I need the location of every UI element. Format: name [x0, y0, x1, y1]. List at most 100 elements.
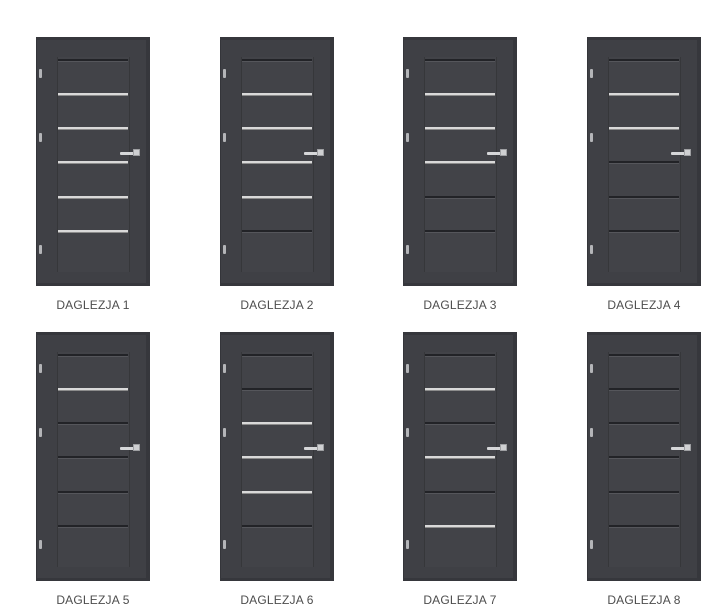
- door-image[interactable]: [220, 37, 334, 286]
- door-panel: [57, 352, 130, 567]
- hinge-icon: [406, 133, 409, 142]
- door-frame-top: [36, 332, 150, 335]
- hinge-icon: [223, 69, 226, 78]
- hinge-icon: [406, 69, 409, 78]
- hinge-icon: [39, 133, 42, 142]
- door-panel: [608, 57, 681, 272]
- door-label[interactable]: DAGLEZJA 7: [403, 593, 517, 607]
- door-panel: [424, 352, 497, 567]
- door-frame-right: [146, 332, 150, 581]
- door-label[interactable]: DAGLEZJA 8: [587, 593, 701, 607]
- door-frame-bottom: [403, 578, 517, 581]
- door-label[interactable]: DAGLEZJA 2: [220, 298, 334, 312]
- door-frame-bottom: [220, 283, 334, 286]
- glass-strip: [242, 127, 312, 129]
- dark-groove: [425, 196, 495, 198]
- dark-groove: [609, 161, 679, 163]
- door-panel: [57, 57, 130, 272]
- door-image[interactable]: [587, 37, 701, 286]
- hinge-icon: [39, 428, 42, 437]
- glass-strip: [242, 161, 312, 163]
- door-label[interactable]: DAGLEZJA 1: [36, 298, 150, 312]
- door-image[interactable]: [403, 332, 517, 581]
- hinge-icon: [39, 540, 42, 549]
- door-frame-bottom: [220, 578, 334, 581]
- glass-strip: [425, 161, 495, 163]
- door-label[interactable]: DAGLEZJA 6: [220, 593, 334, 607]
- door-frame-top: [403, 332, 517, 335]
- door-frame-bottom: [587, 578, 701, 581]
- door-frame-top: [220, 332, 334, 335]
- glass-strip: [425, 388, 495, 390]
- dark-groove: [609, 230, 679, 232]
- glass-strip: [242, 93, 312, 95]
- door-frame-right: [697, 37, 701, 286]
- door-image[interactable]: [220, 332, 334, 581]
- dark-groove: [242, 354, 312, 356]
- dark-groove: [58, 354, 128, 356]
- glass-strip: [242, 456, 312, 458]
- hinge-icon: [223, 245, 226, 254]
- dark-groove: [58, 422, 128, 424]
- dark-groove: [425, 230, 495, 232]
- glass-strip: [425, 127, 495, 129]
- dark-groove: [609, 354, 679, 356]
- door-image[interactable]: [587, 332, 701, 581]
- dark-groove: [425, 59, 495, 61]
- hinge-icon: [590, 245, 593, 254]
- glass-strip: [58, 196, 128, 198]
- door-frame-top: [587, 332, 701, 335]
- dark-groove: [425, 354, 495, 356]
- door-image[interactable]: [36, 332, 150, 581]
- door-image[interactable]: [403, 37, 517, 286]
- door-handle-rose: [317, 444, 324, 451]
- glass-strip: [609, 127, 679, 129]
- hinge-icon: [39, 364, 42, 373]
- dark-groove: [609, 59, 679, 61]
- door-image[interactable]: [36, 37, 150, 286]
- dark-groove: [58, 59, 128, 61]
- door-handle-rose: [684, 444, 691, 451]
- door-label[interactable]: DAGLEZJA 4: [587, 298, 701, 312]
- hinge-icon: [223, 540, 226, 549]
- glass-strip: [58, 230, 128, 232]
- hinge-icon: [406, 245, 409, 254]
- door-label[interactable]: DAGLEZJA 5: [36, 593, 150, 607]
- hinge-icon: [223, 133, 226, 142]
- hinge-icon: [223, 364, 226, 373]
- door-frame-bottom: [36, 578, 150, 581]
- hinge-icon: [39, 69, 42, 78]
- door-frame-top: [36, 37, 150, 40]
- hinge-icon: [406, 540, 409, 549]
- door-panel: [424, 57, 497, 272]
- dark-groove: [242, 525, 312, 527]
- hinge-icon: [590, 540, 593, 549]
- door-frame-right: [146, 37, 150, 286]
- door-frame-right: [513, 332, 517, 581]
- dark-groove: [242, 230, 312, 232]
- hinge-icon: [223, 428, 226, 437]
- door-handle-rose: [684, 149, 691, 156]
- door-frame-right: [330, 37, 334, 286]
- door-catalog-grid: DAGLEZJA 1 DAGLEZJA 2 DAGLEZJA 3 DAGLEZJ…: [0, 0, 709, 612]
- glass-strip: [58, 388, 128, 390]
- door-frame-top: [587, 37, 701, 40]
- hinge-icon: [590, 69, 593, 78]
- glass-strip: [242, 196, 312, 198]
- door-frame-bottom: [587, 283, 701, 286]
- door-handle-rose: [133, 444, 140, 451]
- dark-groove: [58, 525, 128, 527]
- door-frame-right: [697, 332, 701, 581]
- glass-strip: [425, 456, 495, 458]
- glass-strip: [425, 525, 495, 527]
- glass-strip: [58, 93, 128, 95]
- dark-groove: [609, 456, 679, 458]
- door-panel: [241, 352, 314, 567]
- hinge-icon: [590, 364, 593, 373]
- hinge-icon: [590, 428, 593, 437]
- dark-groove: [609, 196, 679, 198]
- door-handle-rose: [500, 444, 507, 451]
- door-label[interactable]: DAGLEZJA 3: [403, 298, 517, 312]
- door-frame-top: [220, 37, 334, 40]
- dark-groove: [58, 456, 128, 458]
